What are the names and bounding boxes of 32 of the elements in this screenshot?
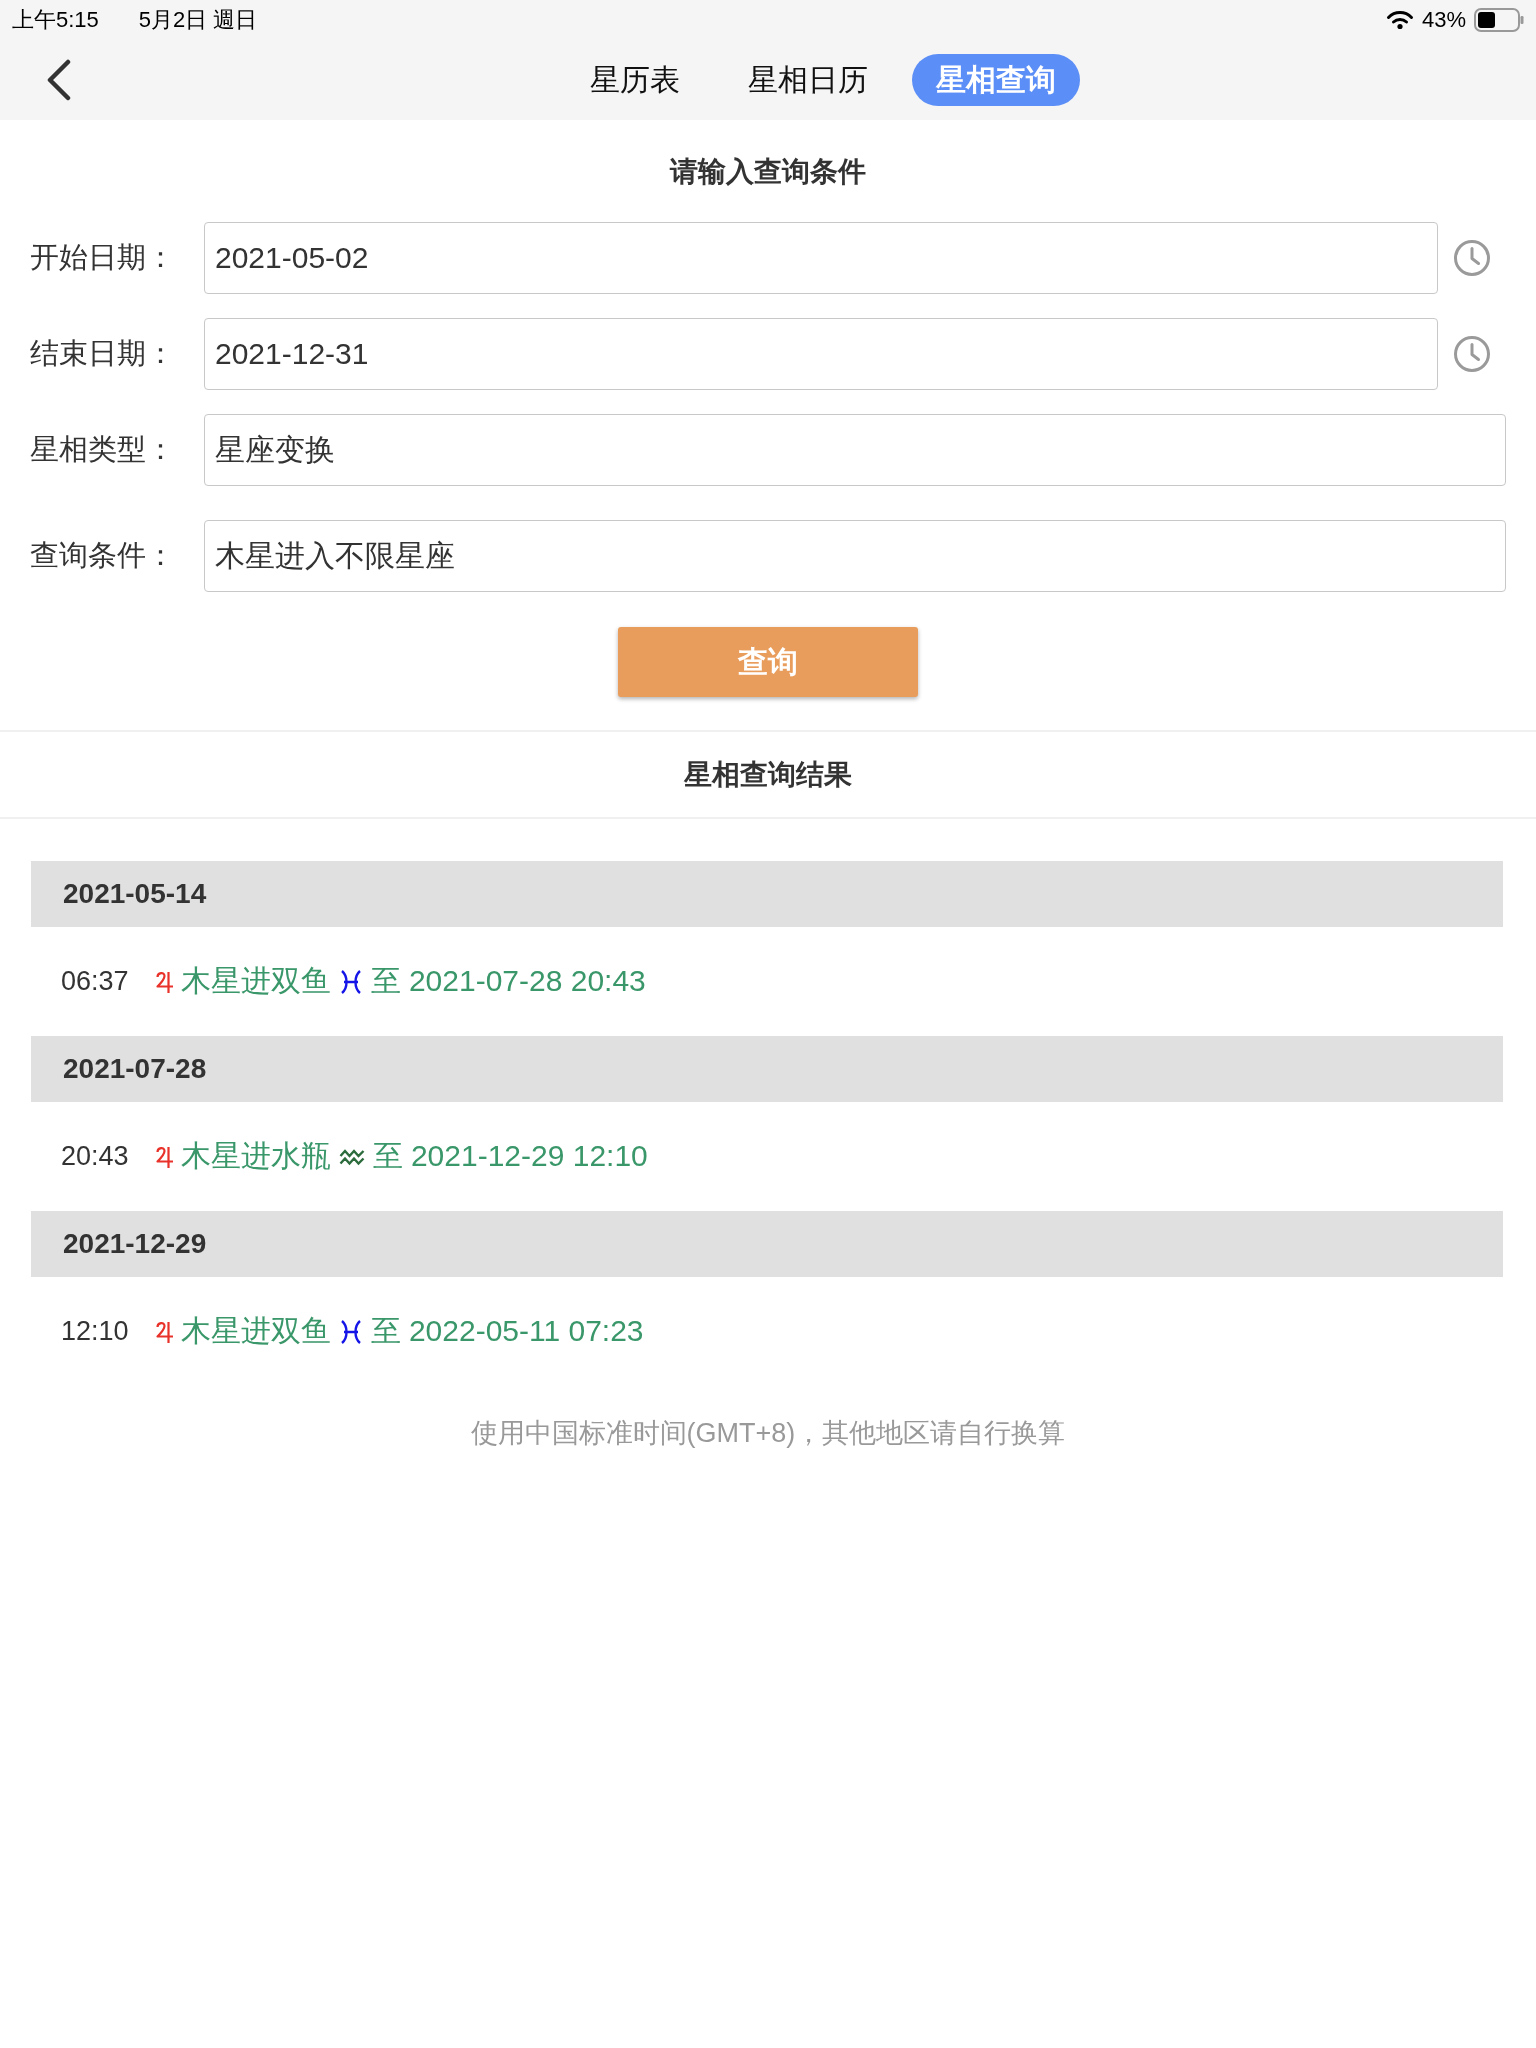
status-time: 上午5:15 [12, 6, 99, 34]
select-field[interactable]: 星座变换 [204, 414, 1506, 486]
date-text: 2021-12-29 [63, 1228, 207, 1260]
field-label: 星相类型： [30, 433, 175, 465]
date-field[interactable]: 2021-05-02 [204, 222, 1438, 294]
clock-icon[interactable] [1453, 239, 1491, 277]
event-text: 木星进水瓶 [180, 1138, 331, 1174]
status-date: 5月2日 週日 [138, 6, 258, 34]
field-label: 结束日期： [30, 337, 175, 369]
date-field[interactable]: 2021-12-31 [204, 318, 1438, 390]
battery-icon [1474, 8, 1524, 32]
event-time: 20:43 [61, 1141, 129, 1172]
results-title: 星相查询结果 [684, 757, 852, 792]
tab[interactable]: 星相日历 [724, 54, 892, 106]
timezone-note: 使用中国标准时间(GMT+8)，其他地区请自行换算 [470, 1417, 1066, 1450]
field-label: 开始日期： [30, 241, 175, 273]
event-text: 木星进双鱼 [180, 1313, 331, 1349]
date-text: 2021-07-28 [63, 1053, 207, 1085]
battery-percent: 43% [1421, 7, 1466, 33]
event-end-time: 至 2021-07-28 20:43 [370, 963, 646, 999]
event-end-time: 至 2021-12-29 12:10 [372, 1138, 648, 1174]
tab[interactable]: 星历表 [566, 54, 704, 106]
event-time: 12:10 [61, 1316, 129, 1347]
event-end-time: 至 2022-05-11 07:23 [370, 1313, 644, 1349]
event-text: 木星进双鱼 [180, 963, 331, 999]
select-field[interactable]: 木星进入不限星座 [204, 520, 1506, 592]
field-label: 查询条件： [30, 539, 175, 571]
event-time: 06:37 [61, 966, 129, 997]
clock-icon[interactable] [1453, 335, 1491, 373]
wifi-icon [1385, 10, 1414, 30]
date-text: 2021-05-14 [63, 878, 207, 910]
form-title: 请输入查询条件 [670, 155, 866, 189]
